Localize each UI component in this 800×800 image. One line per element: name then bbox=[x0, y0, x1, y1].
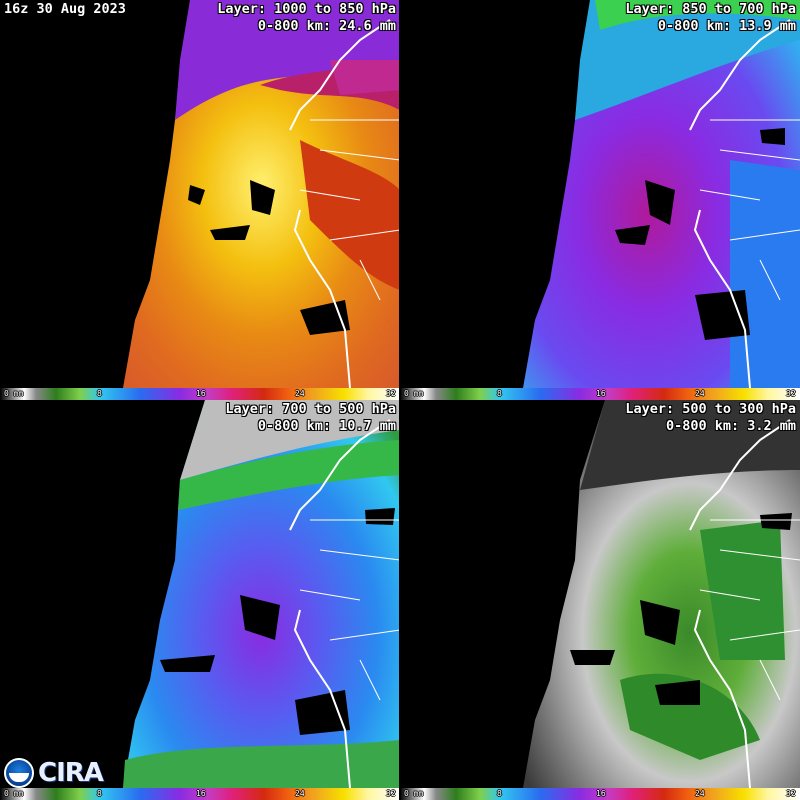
colorbar-tick: 24 bbox=[695, 389, 705, 398]
panel-divider bbox=[399, 0, 401, 800]
colorbar-tick: 16 bbox=[196, 389, 206, 398]
colorbar-tick: 8 bbox=[97, 389, 102, 398]
colorbar: 0 mm 8 16 24 32 bbox=[0, 788, 400, 800]
colorbar-tick: 32 bbox=[786, 389, 796, 398]
layer-label: Layer: 1000 to 850 hPa bbox=[217, 1, 396, 17]
colorbar-tick: 32 bbox=[386, 789, 396, 798]
colorbar-unit-label: 0 mm bbox=[4, 789, 24, 798]
layer-label: Layer: 500 to 300 hPa bbox=[625, 401, 796, 417]
panel-1000-850: 16z 30 Aug 2023 Layer: 1000 to 850 hPa 0… bbox=[0, 0, 400, 400]
colorbar-tick: 8 bbox=[97, 789, 102, 798]
mean-value-label: 0-800 km: 10.7 mm bbox=[257, 418, 396, 434]
panel-title: Layer: 500 to 300 hPa 0-800 km: 3.2 mm bbox=[625, 401, 796, 435]
colorbar-tick: 32 bbox=[386, 389, 396, 398]
colorbar-tick: 8 bbox=[497, 789, 502, 798]
colorbar-tick: 16 bbox=[596, 389, 606, 398]
moisture-map bbox=[523, 0, 800, 389]
panel-title: Layer: 1000 to 850 hPa 0-800 km: 24.6 mm bbox=[217, 1, 396, 35]
timestamp-label: 16z 30 Aug 2023 bbox=[4, 1, 126, 17]
colorbar: 0 mm 8 16 24 32 bbox=[400, 388, 800, 400]
panel-500-300: Layer: 500 to 300 hPa 0-800 km: 3.2 mm 0… bbox=[400, 400, 800, 800]
colorbar-unit-label: 0 mm bbox=[404, 389, 424, 398]
panel-850-700: Layer: 850 to 700 hPa 0-800 km: 13.9 mm … bbox=[400, 0, 800, 400]
moisture-map bbox=[123, 0, 400, 389]
colorbar-unit-label: 0 mm bbox=[404, 789, 424, 798]
mean-value-label: 0-800 km: 3.2 mm bbox=[665, 418, 796, 434]
moisture-map bbox=[123, 400, 400, 789]
colorbar-tick: 24 bbox=[295, 389, 305, 398]
layer-label: Layer: 850 to 700 hPa bbox=[625, 1, 796, 17]
colorbar-tick: 24 bbox=[295, 789, 305, 798]
tpw-layer-grid: 16z 30 Aug 2023 Layer: 1000 to 850 hPa 0… bbox=[0, 0, 800, 800]
colorbar-tick: 16 bbox=[196, 789, 206, 798]
panel-title: Layer: 700 to 500 hPa 0-800 km: 10.7 mm bbox=[225, 401, 396, 435]
panel-title: Layer: 850 to 700 hPa 0-800 km: 13.9 mm bbox=[625, 1, 796, 35]
layer-label: Layer: 700 to 500 hPa bbox=[225, 401, 396, 417]
colorbar-tick: 24 bbox=[695, 789, 705, 798]
panel-700-500: Layer: 700 to 500 hPa 0-800 km: 10.7 mm … bbox=[0, 400, 400, 800]
colorbar: 0 mm 8 16 24 32 bbox=[0, 388, 400, 400]
noaa-logo-icon bbox=[4, 758, 34, 788]
logo-group: CIRA bbox=[4, 758, 104, 788]
colorbar-tick: 16 bbox=[596, 789, 606, 798]
mean-value-label: 0-800 km: 13.9 mm bbox=[657, 18, 796, 34]
colorbar-unit-label: 0 mm bbox=[4, 389, 24, 398]
colorbar-tick: 32 bbox=[786, 789, 796, 798]
cira-logo-text: CIRA bbox=[38, 758, 104, 788]
mean-value-label: 0-800 km: 24.6 mm bbox=[257, 18, 396, 34]
moisture-map bbox=[523, 400, 800, 789]
colorbar: 0 mm 8 16 24 32 bbox=[400, 788, 800, 800]
colorbar-tick: 8 bbox=[497, 389, 502, 398]
